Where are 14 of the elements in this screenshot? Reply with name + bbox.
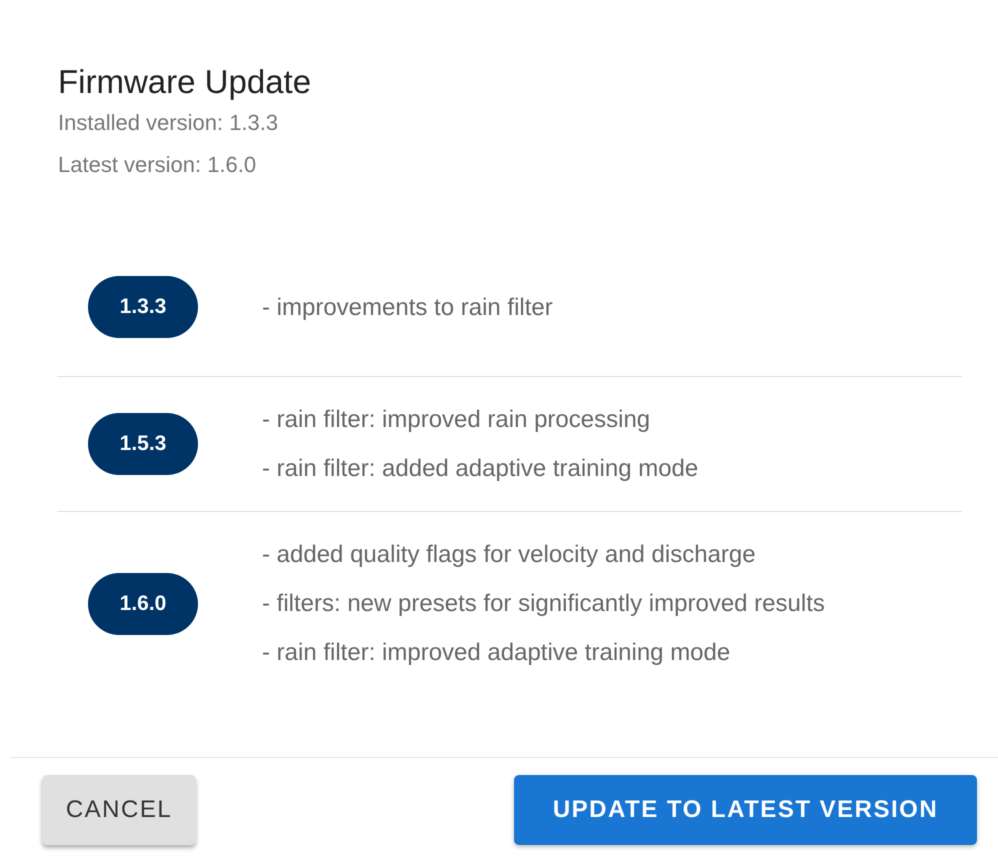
latest-version-text: Latest version: 1.6.0 — [58, 151, 258, 179]
release-note: - rain filter: improved adaptive training mode — [262, 638, 732, 668]
dialog-title: Firmware Update — [58, 62, 312, 102]
release-note: - added quality flags for velocity and discharge — [262, 540, 757, 570]
version-badge: 1.3.3 — [88, 276, 198, 338]
cancel-button[interactable]: CANCEL — [42, 775, 196, 845]
release-note: - rain filter: added adaptive training mode — [262, 454, 698, 484]
release-note: - rain filter: improved rain processing — [262, 405, 652, 435]
release-note: - filters: new presets for significantly improved results — [262, 589, 825, 619]
version-badge: 1.6.0 — [88, 572, 198, 634]
installed-version-text: Installed version: 1.3.3 — [58, 109, 280, 137]
update-button[interactable]: UPDATE TO LATEST VERSION — [514, 775, 977, 845]
version-badge: 1.5.3 — [88, 413, 198, 475]
release-note: - improvements to rain filter — [262, 292, 553, 322]
